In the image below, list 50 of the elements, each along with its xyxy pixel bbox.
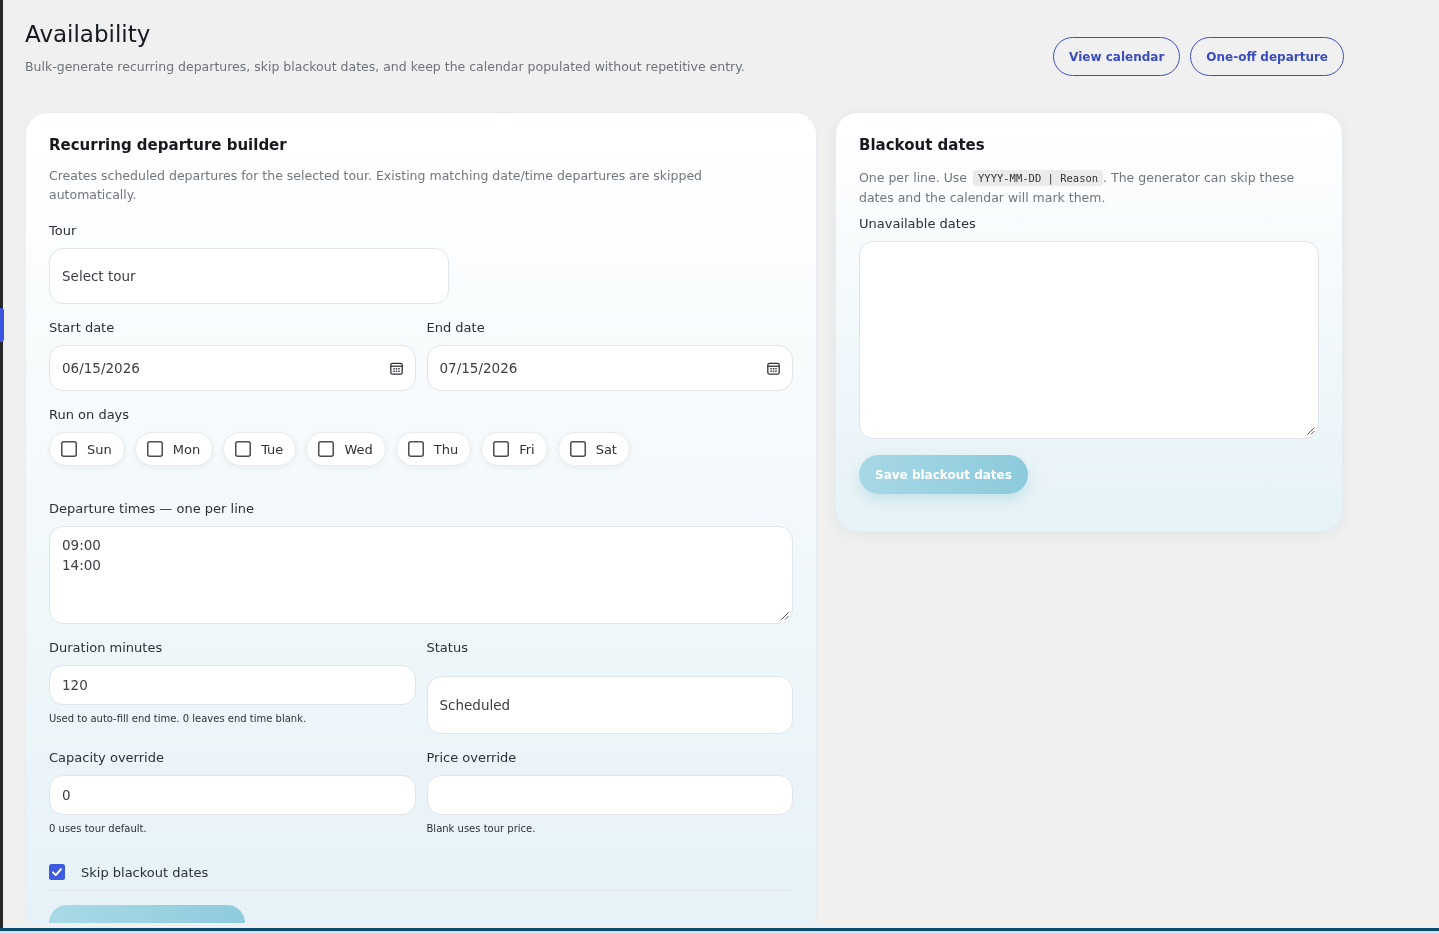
day-chip[interactable]: Sun (49, 432, 125, 466)
number-field[interactable]: 0 (49, 775, 416, 815)
textarea-field[interactable]: 09:00 14:00 (49, 526, 793, 624)
field-label: Tour (49, 222, 77, 240)
field-label: Unavailable dates (859, 215, 976, 233)
checkbox[interactable] (493, 441, 510, 457)
calendar-icon[interactable] (389, 361, 403, 375)
calendar-icon[interactable] (767, 361, 780, 375)
number-field[interactable]: 120 (49, 665, 416, 705)
field-label: Departure times — one per line (49, 500, 255, 518)
day-chip[interactable]: Thu (395, 432, 472, 466)
checkbox[interactable] (569, 441, 586, 457)
checkbox[interactable] (49, 864, 65, 880)
help-text: Used to auto-fill end time. 0 leaves end time blank. (49, 712, 307, 726)
help-text: Blank uses tour price. (426, 822, 536, 836)
field-label: Capacity override (49, 749, 164, 767)
textarea-field[interactable] (859, 241, 1319, 439)
field-label: Price override (426, 749, 517, 767)
resize-grip-icon[interactable] (781, 612, 789, 620)
date-field[interactable]: 06/15/2026 (49, 345, 416, 391)
day-chip[interactable]: Tue (223, 432, 297, 466)
day-chip[interactable]: Wed (306, 432, 386, 466)
day-chip[interactable]: Mon (134, 432, 214, 466)
day-chip[interactable]: Sat (557, 432, 630, 466)
select-field[interactable]: Select tour (49, 248, 449, 304)
checkbox[interactable] (318, 441, 335, 457)
format-code: YYYY-MM-DD | Reason (973, 170, 1104, 186)
card-title: Recurring departure builder (49, 135, 288, 156)
page-title: Availability (25, 20, 152, 49)
resize-grip-icon[interactable] (1307, 427, 1315, 435)
checkbox-label: Skip blackout dates (81, 864, 209, 880)
checkbox[interactable] (407, 441, 424, 457)
edge-marker (0, 308, 4, 342)
help-text: 0 uses tour default. (49, 822, 147, 836)
field-label: Start date (49, 319, 115, 337)
number-field[interactable] (426, 775, 793, 815)
card-description: Creates scheduled departures for the selected tour. Existing matching date/time departures are skipped automatically. (49, 167, 704, 204)
field-label: Status (426, 639, 468, 657)
card-title: Blackout dates (859, 135, 986, 156)
field-label: Duration minutes (49, 639, 163, 657)
checkbox[interactable] (146, 441, 163, 457)
day-chip[interactable]: Fri (481, 432, 548, 466)
checkbox[interactable] (61, 441, 77, 457)
page-subtitle: Bulk-generate recurring departures, skip blackout dates, and keep the calendar populated without repetitive entry. (25, 58, 745, 76)
date-field[interactable]: 07/15/2026 (426, 345, 793, 391)
field-label: Run on days (49, 406, 130, 424)
select-field[interactable]: Scheduled (426, 676, 793, 734)
card-description: One per line. Use YYYY-MM-DD | Reason . The generator can skip these dates and the calendar will mark them. (859, 169, 1296, 207)
checkbox[interactable] (235, 441, 252, 457)
field-label: End date (426, 319, 485, 337)
